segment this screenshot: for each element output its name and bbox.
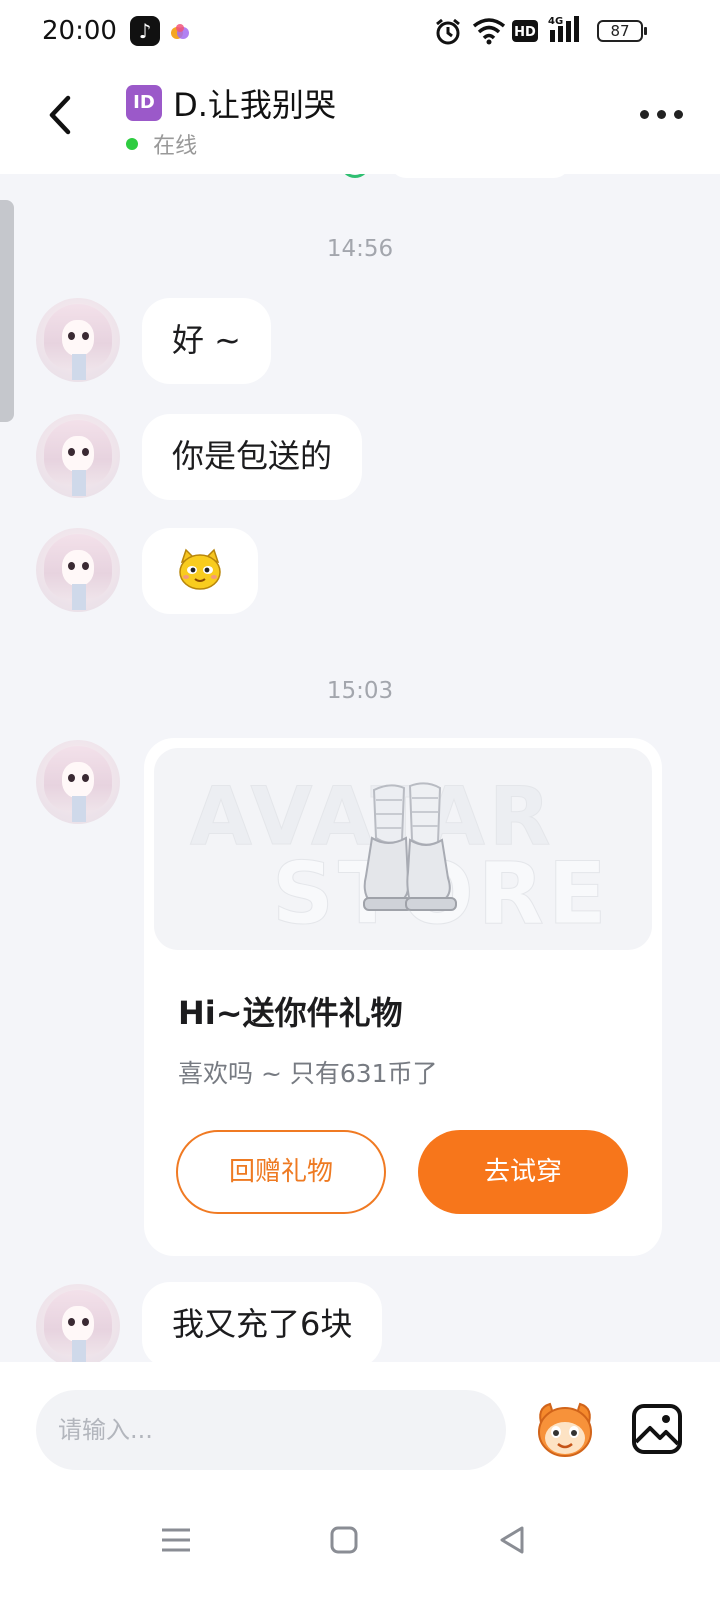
contact-title[interactable]: ID D.让我别哭 bbox=[126, 80, 336, 124]
triangle-back-icon bbox=[500, 1526, 524, 1554]
svg-text:HD: HD bbox=[514, 25, 536, 40]
online-dot-icon bbox=[126, 138, 138, 150]
home-square-icon bbox=[330, 1526, 358, 1554]
yellow-cat-emoji-icon bbox=[179, 548, 221, 590]
avatar[interactable] bbox=[36, 528, 120, 612]
menu-icon bbox=[162, 1528, 190, 1552]
hd-icon: HD bbox=[512, 20, 538, 42]
scrollbar[interactable] bbox=[0, 200, 14, 422]
message-bubble[interactable]: 你是包送的 bbox=[142, 414, 363, 500]
return-gift-button[interactable]: 回赠礼物 bbox=[176, 1130, 386, 1214]
gift-card[interactable]: AVATAR STORE Hi~送你件礼物 喜欢吗 ~ 只有631币了 回赠礼物… bbox=[144, 738, 662, 1256]
back-nav-button[interactable] bbox=[492, 1520, 532, 1560]
alarm-icon bbox=[436, 18, 460, 45]
system-nav-bar bbox=[0, 1490, 720, 1600]
image-button[interactable] bbox=[630, 1402, 684, 1456]
mascot-sticker-icon bbox=[538, 1402, 592, 1457]
try-on-button[interactable]: 去试穿 bbox=[418, 1130, 628, 1214]
recent-apps-button[interactable] bbox=[156, 1520, 196, 1560]
message-bubble[interactable]: 我又充了6块 bbox=[142, 1282, 383, 1362]
wifi-icon bbox=[472, 18, 506, 45]
avatar[interactable] bbox=[36, 298, 120, 382]
message-input[interactable] bbox=[36, 1390, 506, 1470]
app-blob-icon bbox=[171, 24, 189, 39]
battery-level: 87 bbox=[610, 22, 630, 40]
partial-message-bubble bbox=[390, 174, 570, 178]
back-button[interactable] bbox=[40, 90, 84, 140]
input-bar bbox=[0, 1362, 720, 1490]
chevron-left-icon bbox=[49, 95, 71, 135]
partial-icon bbox=[340, 174, 370, 178]
message-bubble[interactable]: 好 ~ bbox=[142, 298, 271, 384]
signal-4g-icon: 4G bbox=[548, 16, 579, 42]
avatar[interactable] bbox=[36, 414, 120, 498]
chat-area[interactable]: 14:56 好 ~ 你是包送的 15:03 AVATAR Hi~送你件礼物 喜欢… bbox=[0, 174, 720, 1362]
svg-text:4G: 4G bbox=[548, 16, 563, 27]
sticker-button[interactable] bbox=[532, 1400, 598, 1460]
tiktok-icon: ♪ bbox=[130, 16, 160, 46]
home-button[interactable] bbox=[324, 1520, 364, 1560]
status-bar: 20:00 ♪ HD 4G 87 bbox=[0, 0, 720, 64]
boots-icon bbox=[363, 782, 457, 911]
status-time: 20:00 bbox=[42, 16, 117, 46]
id-badge: ID bbox=[126, 85, 162, 121]
gift-image[interactable]: AVATAR STORE bbox=[154, 748, 652, 950]
timestamp: 15:03 bbox=[326, 678, 394, 704]
image-icon bbox=[632, 1404, 682, 1454]
avatar[interactable] bbox=[36, 740, 120, 824]
emoji-message-bubble[interactable] bbox=[142, 528, 258, 614]
timestamp: 14:56 bbox=[326, 236, 394, 262]
more-options-button[interactable] bbox=[640, 102, 684, 126]
chat-header: ID D.让我别哭 在线 bbox=[0, 64, 720, 174]
online-status-text: 在线 bbox=[153, 134, 198, 159]
battery-icon: 87 bbox=[597, 20, 647, 42]
contact-name: D.让我别哭 bbox=[173, 86, 336, 124]
gift-subtitle: 喜欢吗 ~ 只有631币了 bbox=[178, 1059, 438, 1088]
avatar[interactable] bbox=[36, 1284, 120, 1362]
online-status: 在线 bbox=[126, 128, 198, 159]
gift-title: Hi~送你件礼物 bbox=[178, 994, 403, 1032]
